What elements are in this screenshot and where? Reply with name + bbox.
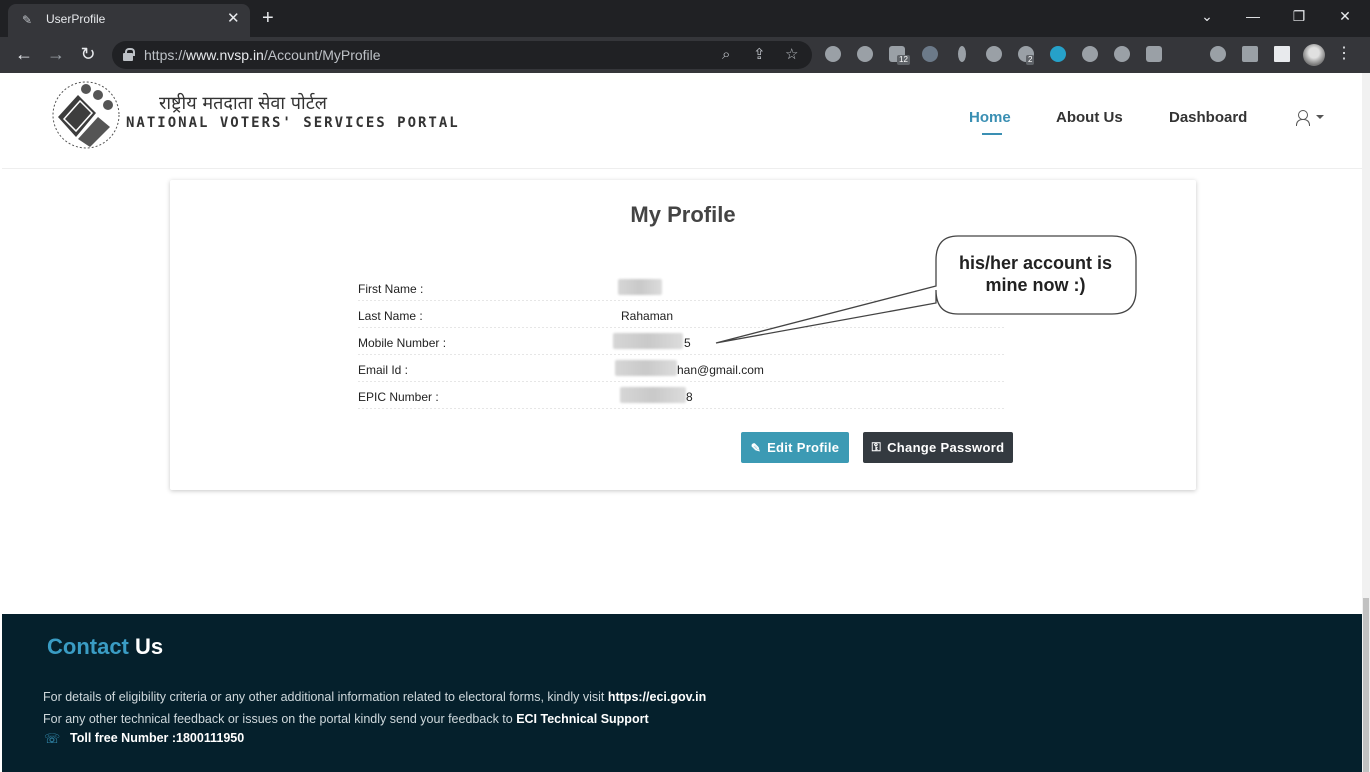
puzzle-extensions-icon[interactable] xyxy=(1242,46,1258,62)
extension-icon[interactable] xyxy=(1082,46,1098,62)
tab-close-icon[interactable]: ✕ xyxy=(227,10,240,28)
extension-icon[interactable] xyxy=(1210,46,1226,62)
change-password-button[interactable]: ⚿ Change Password xyxy=(863,432,1013,463)
shield-extension-icon[interactable] xyxy=(922,46,938,62)
redacted-mobile xyxy=(613,333,683,349)
page-title: My Profile xyxy=(630,202,736,227)
extension-icon[interactable]: 2 xyxy=(1018,46,1035,65)
epic-number-label: EPIC Number : xyxy=(358,390,439,404)
browser-toolbar: ← → ↻ https://www.nvsp.in/Account/MyProf… xyxy=(0,37,1370,73)
user-icon[interactable] xyxy=(1295,110,1310,126)
scrollbar-thumb[interactable] xyxy=(1363,598,1369,772)
tab-favicon-icon: ✎ xyxy=(22,13,33,27)
browser-titlebar: ✎ UserProfile ✕ + ⌄ — ❐ ✕ xyxy=(0,0,1370,37)
last-name-label: Last Name : xyxy=(358,309,423,323)
row-divider xyxy=(358,354,1004,355)
profile-avatar[interactable] xyxy=(1303,44,1325,66)
mobile-number-label: Mobile Number : xyxy=(358,336,447,350)
last-name-value: Rahaman xyxy=(621,309,674,323)
redacted-first-name xyxy=(618,279,662,295)
minimize-button[interactable]: — xyxy=(1243,6,1263,26)
extension-icon[interactable] xyxy=(857,46,873,62)
share-icon[interactable]: ⇪ xyxy=(753,46,766,64)
contact-heading: Contact Us xyxy=(47,634,164,659)
nav-home[interactable]: Home xyxy=(969,109,1011,126)
extension-icon[interactable] xyxy=(825,46,841,62)
address-bar[interactable]: https://www.nvsp.in/Account/MyProfile ⌕ … xyxy=(112,41,812,69)
extension-icon[interactable] xyxy=(986,46,1002,62)
footer-feedback-text: For any other technical feedback or issu… xyxy=(43,712,649,726)
footer-eligibility-text: For details of eligibility criteria or a… xyxy=(43,690,707,704)
nav-active-indicator xyxy=(982,133,1002,135)
new-tab-button[interactable]: + xyxy=(262,6,274,30)
nav-about-us[interactable]: About Us xyxy=(1056,109,1123,126)
redacted-email xyxy=(615,360,677,376)
edit-profile-button[interactable]: ✎ Edit Profile xyxy=(741,432,849,463)
extension-icon[interactable] xyxy=(1114,46,1130,62)
logo-hindi-text: राष्ट्रीय मतदाता सेवा पोर्टल xyxy=(159,93,327,114)
row-divider xyxy=(358,381,1004,382)
footer: Contact Us For details of eligibility cr… xyxy=(2,614,1362,772)
tab-search-icon[interactable]: ⌄ xyxy=(1197,6,1217,26)
forward-icon[interactable]: → xyxy=(45,43,67,65)
logo-english-text: NATIONAL VOTERS' SERVICES PORTAL xyxy=(126,115,460,131)
close-window-button[interactable]: ✕ xyxy=(1335,6,1355,26)
side-panel-icon[interactable] xyxy=(1274,46,1290,62)
extension-icon[interactable] xyxy=(1146,46,1162,62)
email-value: han@gmail.com xyxy=(677,363,764,377)
extension-icon[interactable]: 12 xyxy=(889,46,910,65)
url-text: https://www.nvsp.in/Account/MyProfile xyxy=(144,47,381,63)
site-header: राष्ट्रीय मतदाता सेवा पोर्टल NATIONAL VO… xyxy=(2,73,1366,169)
eci-logo-icon[interactable] xyxy=(50,79,122,151)
lock-icon[interactable] xyxy=(123,48,135,61)
first-name-label: First Name : xyxy=(358,282,424,296)
tab-title: UserProfile xyxy=(46,12,106,26)
email-label: Email Id : xyxy=(358,363,409,377)
eci-technical-support-link[interactable]: ECI Technical Support xyxy=(516,712,648,726)
extension-icon[interactable] xyxy=(1050,46,1066,62)
browser-tab[interactable]: ✎ UserProfile ✕ xyxy=(8,4,250,37)
extension-icon[interactable] xyxy=(958,46,966,62)
eci-website-link[interactable]: https://eci.gov.in xyxy=(608,690,706,704)
annotation-text: his/her account is mine now :) xyxy=(958,253,1113,295)
redacted-epic xyxy=(620,387,686,403)
toll-free-number: Toll free Number :1800111950 xyxy=(70,731,245,745)
main-content: My Profile First Name : Last Name : Raha… xyxy=(2,170,1362,614)
epic-number-value: 8 xyxy=(686,390,693,404)
mobile-number-value: 5 xyxy=(684,336,691,350)
nav-dashboard[interactable]: Dashboard xyxy=(1169,109,1247,126)
phone-icon: ☏ xyxy=(44,731,61,746)
row-divider xyxy=(358,408,1004,409)
reload-icon[interactable]: ↻ xyxy=(77,43,99,65)
edit-icon: ✎ xyxy=(750,440,762,455)
zoom-icon[interactable]: ⌕ xyxy=(722,46,730,64)
key-icon: ⚿ xyxy=(871,440,882,454)
back-icon[interactable]: ← xyxy=(13,43,35,65)
restore-button[interactable]: ❐ xyxy=(1289,6,1309,26)
user-dropdown-caret-icon[interactable] xyxy=(1316,115,1324,119)
bookmark-star-icon[interactable]: ☆ xyxy=(785,46,798,64)
menu-kebab-icon[interactable]: ⋮ xyxy=(1336,44,1352,64)
